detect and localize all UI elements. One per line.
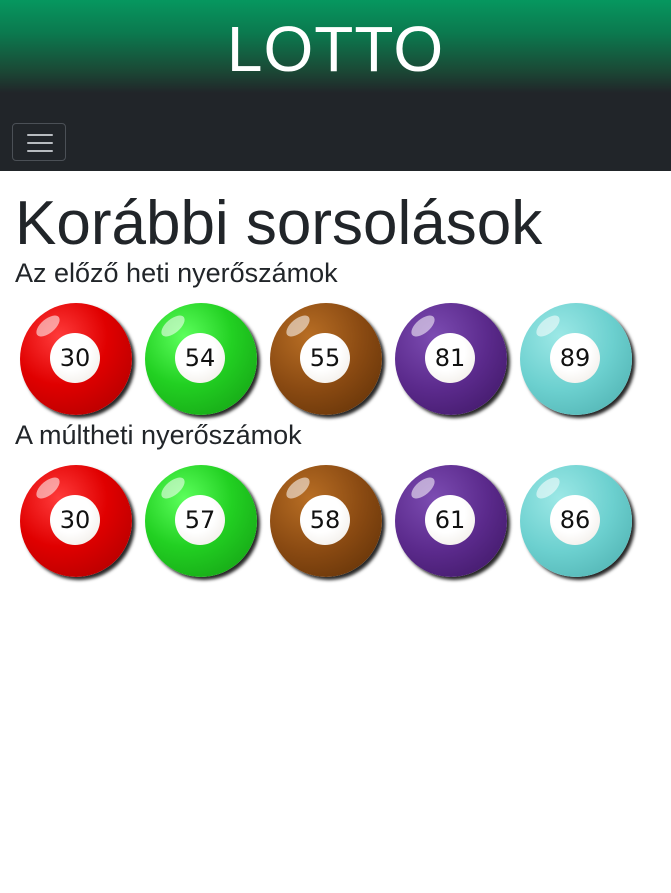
ball-number: 54 [175,333,225,383]
section-title-last-week: A múltheti nyerőszámok [15,420,302,450]
lotto-ball: 54 [145,303,257,415]
hamburger-menu-icon [27,134,53,136]
ball-number: 55 [300,333,350,383]
lotto-ball: 30 [20,303,132,415]
lotto-ball: 58 [270,465,382,577]
section-title-previous-week: Az előző heti nyerőszámok [15,258,338,288]
lotto-ball: 86 [520,465,632,577]
lotto-ball: 30 [20,465,132,577]
navbar-toggler-button[interactable] [12,123,66,161]
ball-number: 30 [50,495,100,545]
ball-number: 30 [50,333,100,383]
lotto-ball: 55 [270,303,382,415]
page-title: Korábbi sorsolások [15,189,543,258]
ball-number: 89 [550,333,600,383]
ball-number: 81 [425,333,475,383]
ball-row-previous-week: 30 54 55 81 89 [15,303,656,415]
navbar [0,93,671,171]
main-content: Korábbi sorsolások Az előző heti nyerősz… [0,191,671,577]
ball-number: 58 [300,495,350,545]
lotto-ball: 61 [395,465,507,577]
site-header: LOTTO [0,0,671,93]
lotto-ball: 81 [395,303,507,415]
ball-number: 61 [425,495,475,545]
lotto-ball: 89 [520,303,632,415]
ball-number: 57 [175,495,225,545]
ball-row-last-week: 30 57 58 61 86 [15,465,656,577]
lotto-ball: 57 [145,465,257,577]
site-title: LOTTO [226,12,445,85]
ball-number: 86 [550,495,600,545]
